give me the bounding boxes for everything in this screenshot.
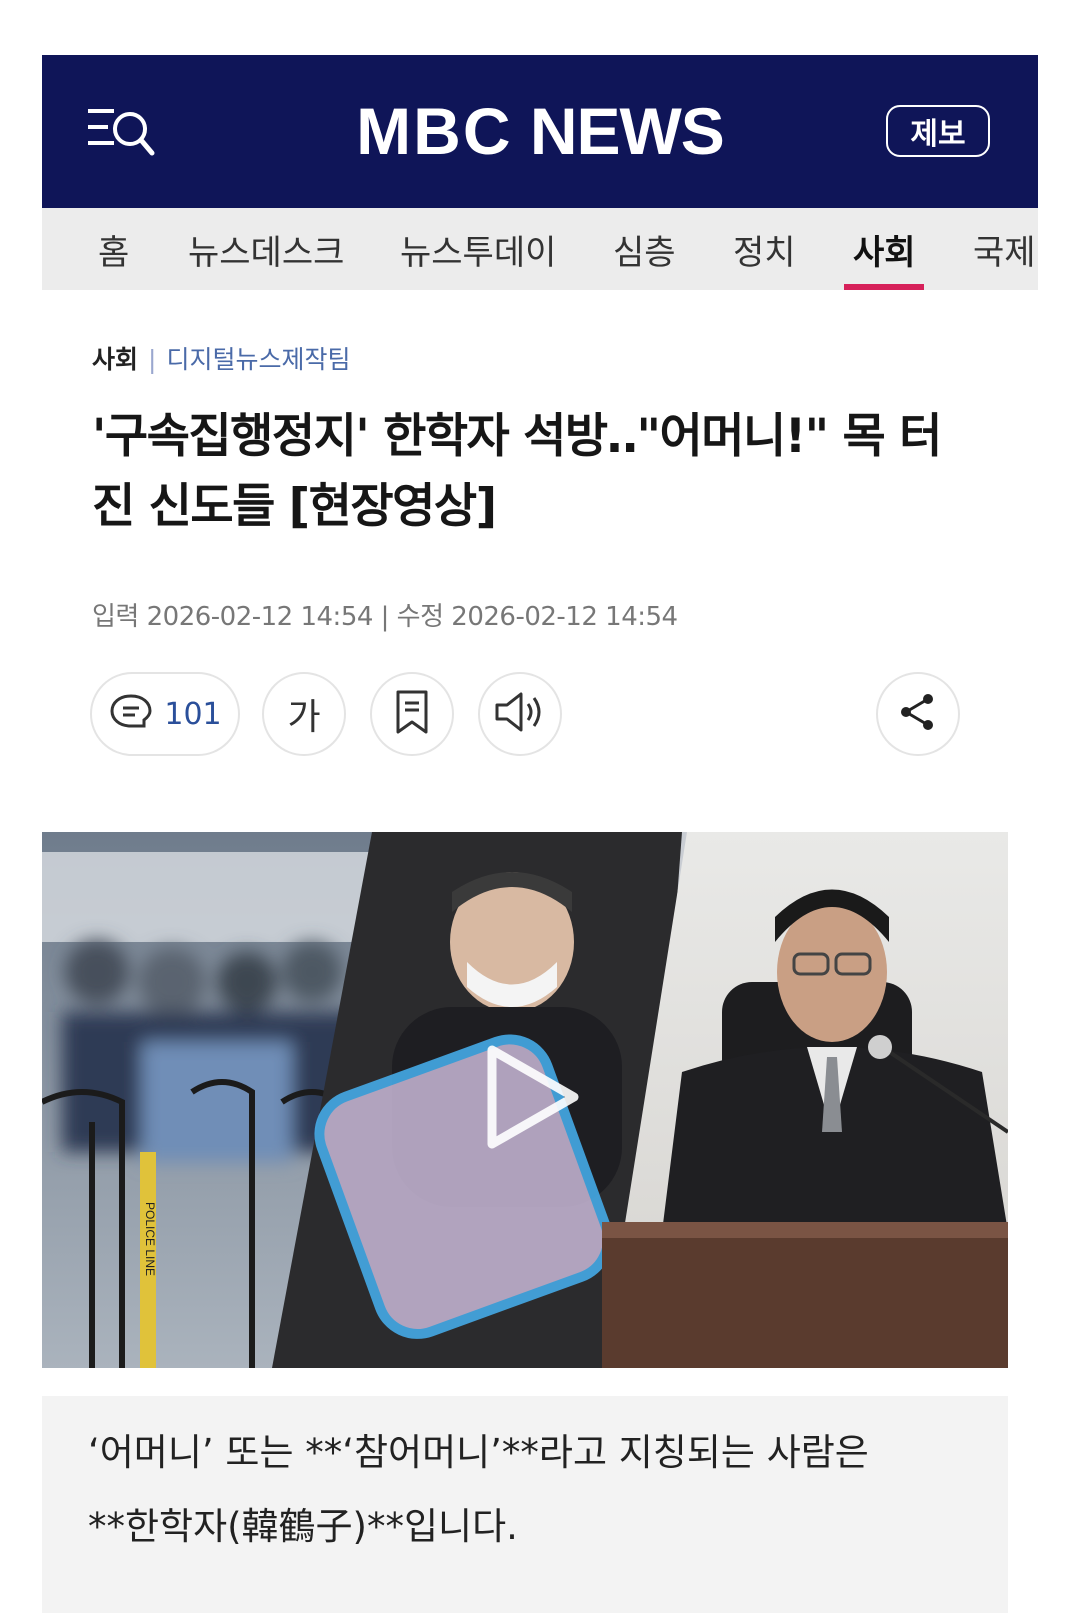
report-button[interactable]: 제보 (886, 105, 990, 157)
nav-item-home[interactable]: 홈 (98, 208, 129, 290)
article-header: 사회 | 디지털뉴스제작팀 '구속집행정지' 한학자 석방‥"어머니!" 목 터진 … (92, 340, 992, 632)
font-size-button[interactable]: 가 (262, 672, 346, 756)
nav-active-indicator (844, 284, 924, 290)
breadcrumb: 사회 | 디지털뉴스제작팀 (92, 340, 992, 376)
share-icon (896, 690, 940, 738)
nav-item-indepth[interactable]: 심층 (613, 208, 676, 290)
nav-item-politics[interactable]: 정치 (733, 208, 796, 290)
share-button[interactable] (876, 672, 960, 756)
site-header: MBC NEWS 제보 (42, 55, 1038, 208)
article-dates: 입력 2026-02-12 14:54 | 수정 2026-02-12 14:5… (92, 602, 678, 632)
audio-icon (493, 690, 547, 738)
bookmark-icon (392, 689, 432, 739)
nav-item-international[interactable]: 국제 (973, 208, 1036, 290)
summary-line-1: ‘어머니’ 또는 **‘참어머니’**라고 지칭되는 사람은 (88, 1431, 869, 1474)
video-player[interactable]: POLICE LINE (42, 832, 1008, 1368)
breadcrumb-category[interactable]: 사회 (92, 345, 138, 374)
comment-icon (108, 692, 154, 736)
article-summary: ‘어머니’ 또는 **‘참어머니’**라고 지칭되는 사람은 **한학자(韓鶴子… (42, 1396, 1008, 1613)
bookmark-button[interactable] (370, 672, 454, 756)
nav-item-society[interactable]: 사회 (853, 208, 916, 290)
logo-mbc: MBC (356, 94, 513, 168)
breadcrumb-team[interactable]: 디지털뉴스제작팀 (166, 345, 350, 374)
nav-item-newsdesk[interactable]: 뉴스데스크 (188, 208, 344, 290)
breadcrumb-divider: | (148, 345, 157, 374)
summary-line-2: **한학자(韓鶴子)**입니다. (88, 1505, 518, 1548)
comment-count: 101 (164, 696, 222, 732)
logo-news: NEWS (529, 94, 725, 168)
comment-button[interactable]: 101 (90, 672, 240, 756)
nav-item-newstoday[interactable]: 뉴스투데이 (400, 208, 556, 290)
font-size-icon: 가 (287, 697, 321, 738)
audio-button[interactable] (478, 672, 562, 756)
category-nav: 홈 뉴스데스크 뉴스투데이 심층 정치 사회 국제 (42, 208, 1038, 290)
play-icon[interactable] (482, 1042, 582, 1152)
police-line-text: POLICE LINE (143, 1202, 157, 1276)
article-headline: '구속집행정지' 한학자 석방‥"어머니!" 목 터진 신도들 [현장영상] (92, 409, 942, 534)
